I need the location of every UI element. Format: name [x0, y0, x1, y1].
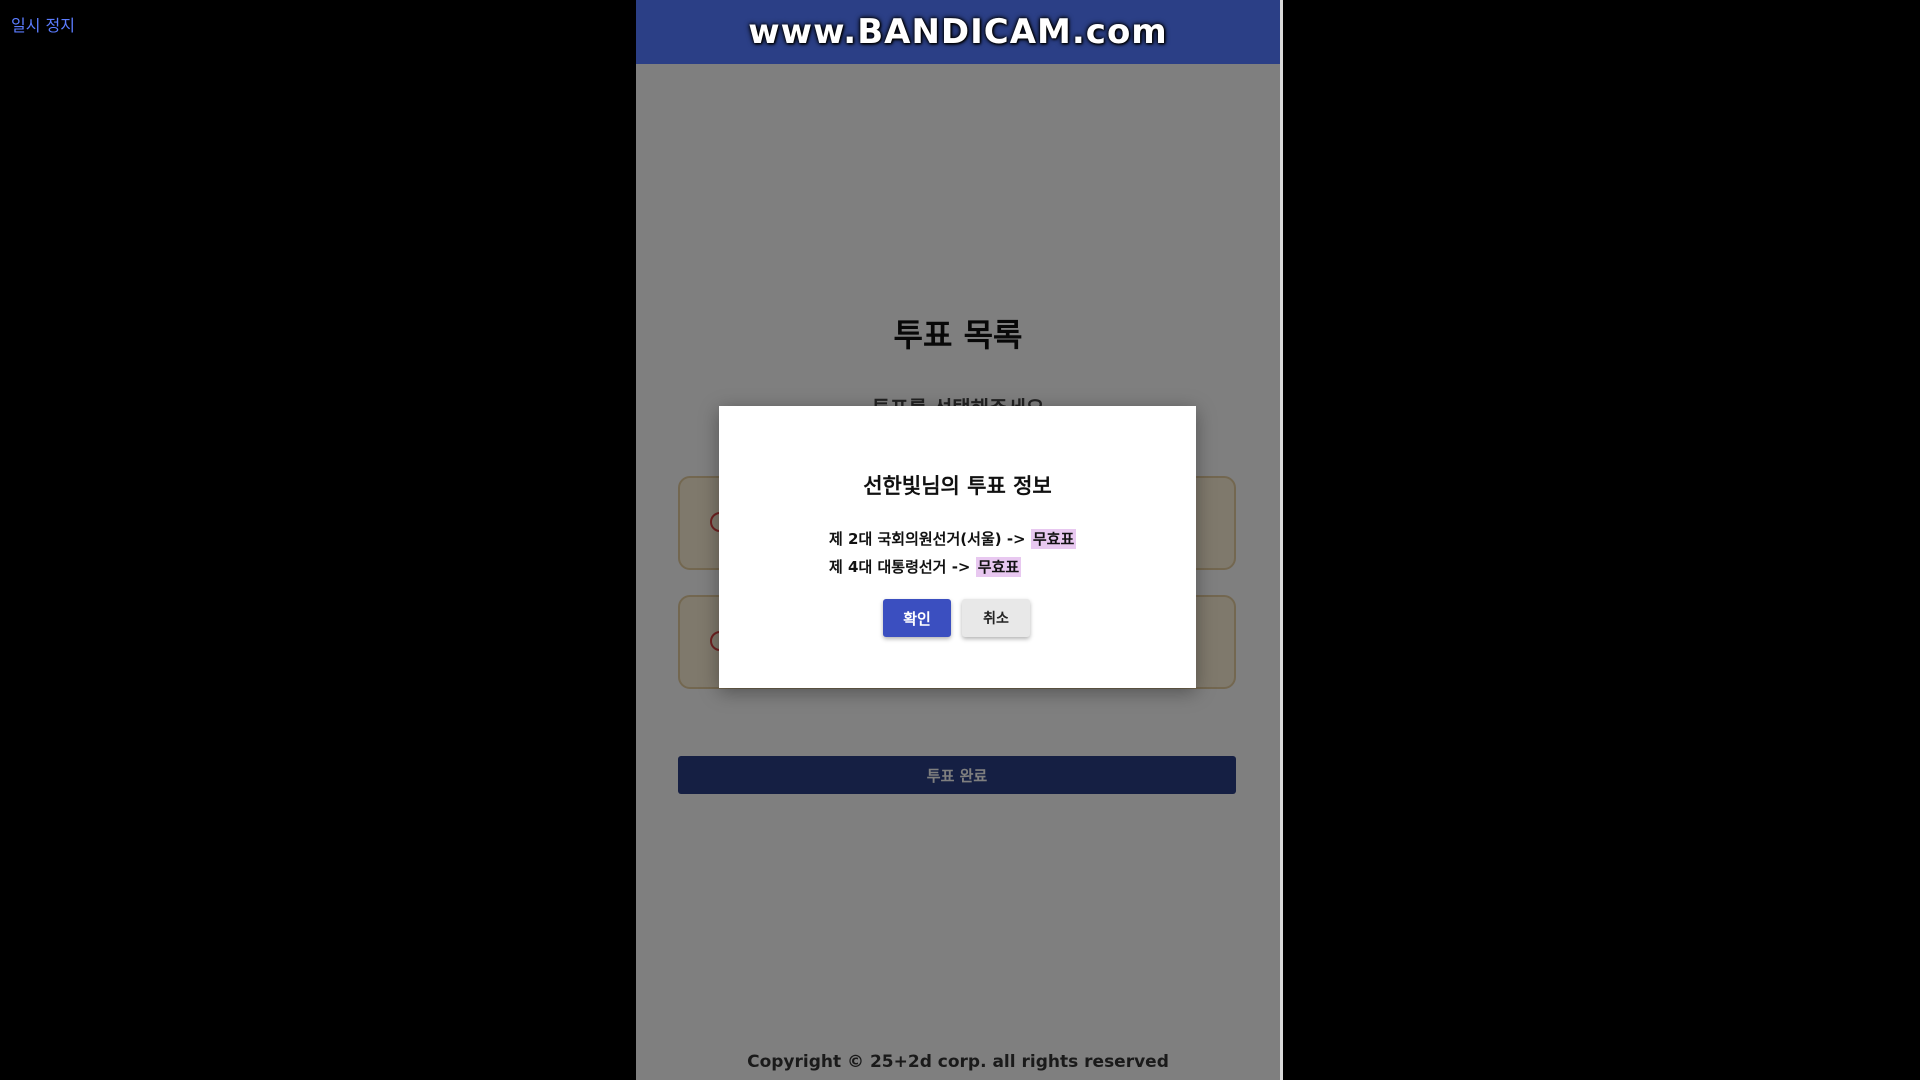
- vote-result-badge: 무효표: [975, 557, 1022, 577]
- recording-watermark: www.BANDICAM.com: [636, 0, 1280, 64]
- phone-screen: www.BANDICAM.com 투표 목록 투표를 선택해주세요 투표 완료 …: [636, 0, 1280, 1080]
- copyright-text: Copyright © 25+2d corp. all rights reser…: [747, 1052, 1169, 1072]
- vote-info-dialog: 선한빛님의 투표 정보 제 2대 국회의원선거(서울) -> 무효표 제 4대 …: [719, 406, 1196, 688]
- vote-result-line: 제 4대 대통령선거 -> 무효표: [829, 556, 1022, 577]
- confirm-button[interactable]: 확인: [883, 599, 951, 637]
- vote-name: 제 4대 대통령선거 ->: [829, 558, 971, 576]
- pause-button[interactable]: 일시 정지: [11, 12, 75, 36]
- dialog-title: 선한빛님의 투표 정보: [863, 474, 1052, 498]
- cancel-button[interactable]: 취소: [962, 599, 1030, 637]
- phone-edge: [1280, 0, 1283, 1080]
- vote-result-line: 제 2대 국회의원선거(서울) -> 무효표: [829, 528, 1077, 549]
- vote-result-badge: 무효표: [1030, 529, 1077, 549]
- vote-name: 제 2대 국회의원선거(서울) ->: [829, 530, 1026, 548]
- watermark-text: www.BANDICAM.com: [748, 12, 1168, 52]
